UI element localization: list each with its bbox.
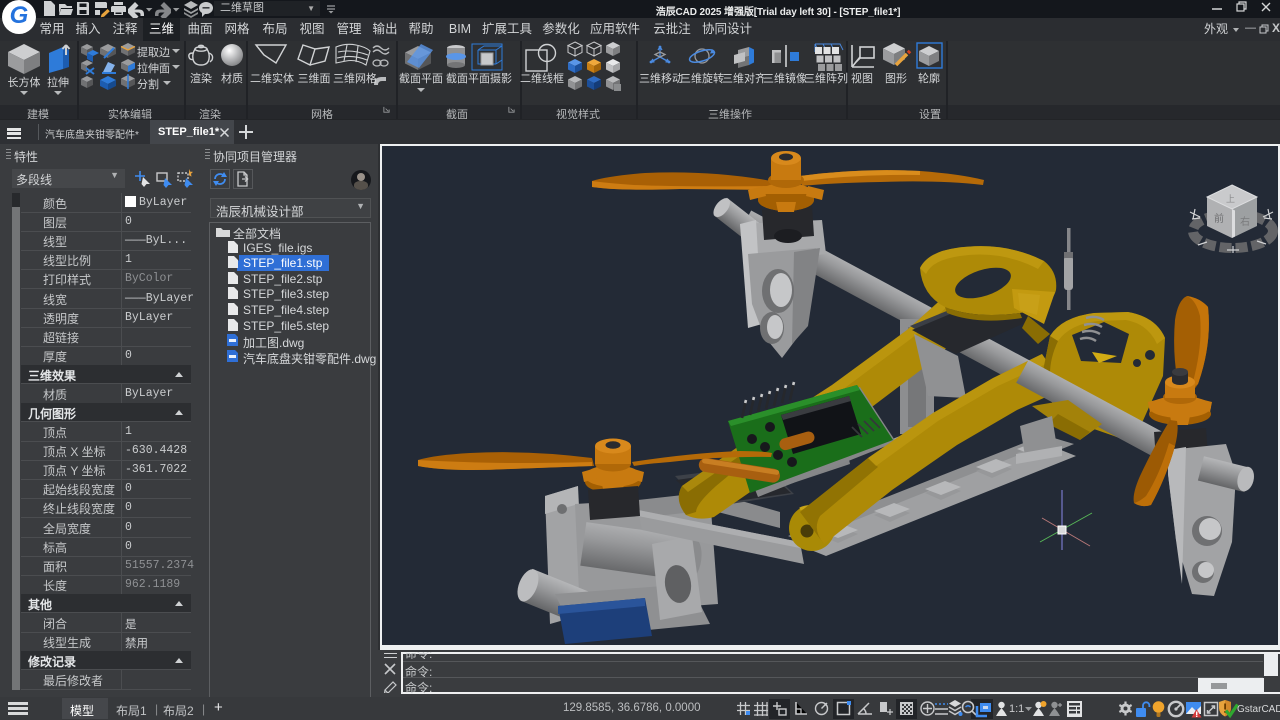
svg-text:右: 右 [1240, 215, 1250, 228]
svg-text:上: 上 [1226, 194, 1235, 204]
svg-text:前: 前 [1214, 212, 1224, 225]
svg-text:1:1: 1:1 [1009, 703, 1024, 715]
